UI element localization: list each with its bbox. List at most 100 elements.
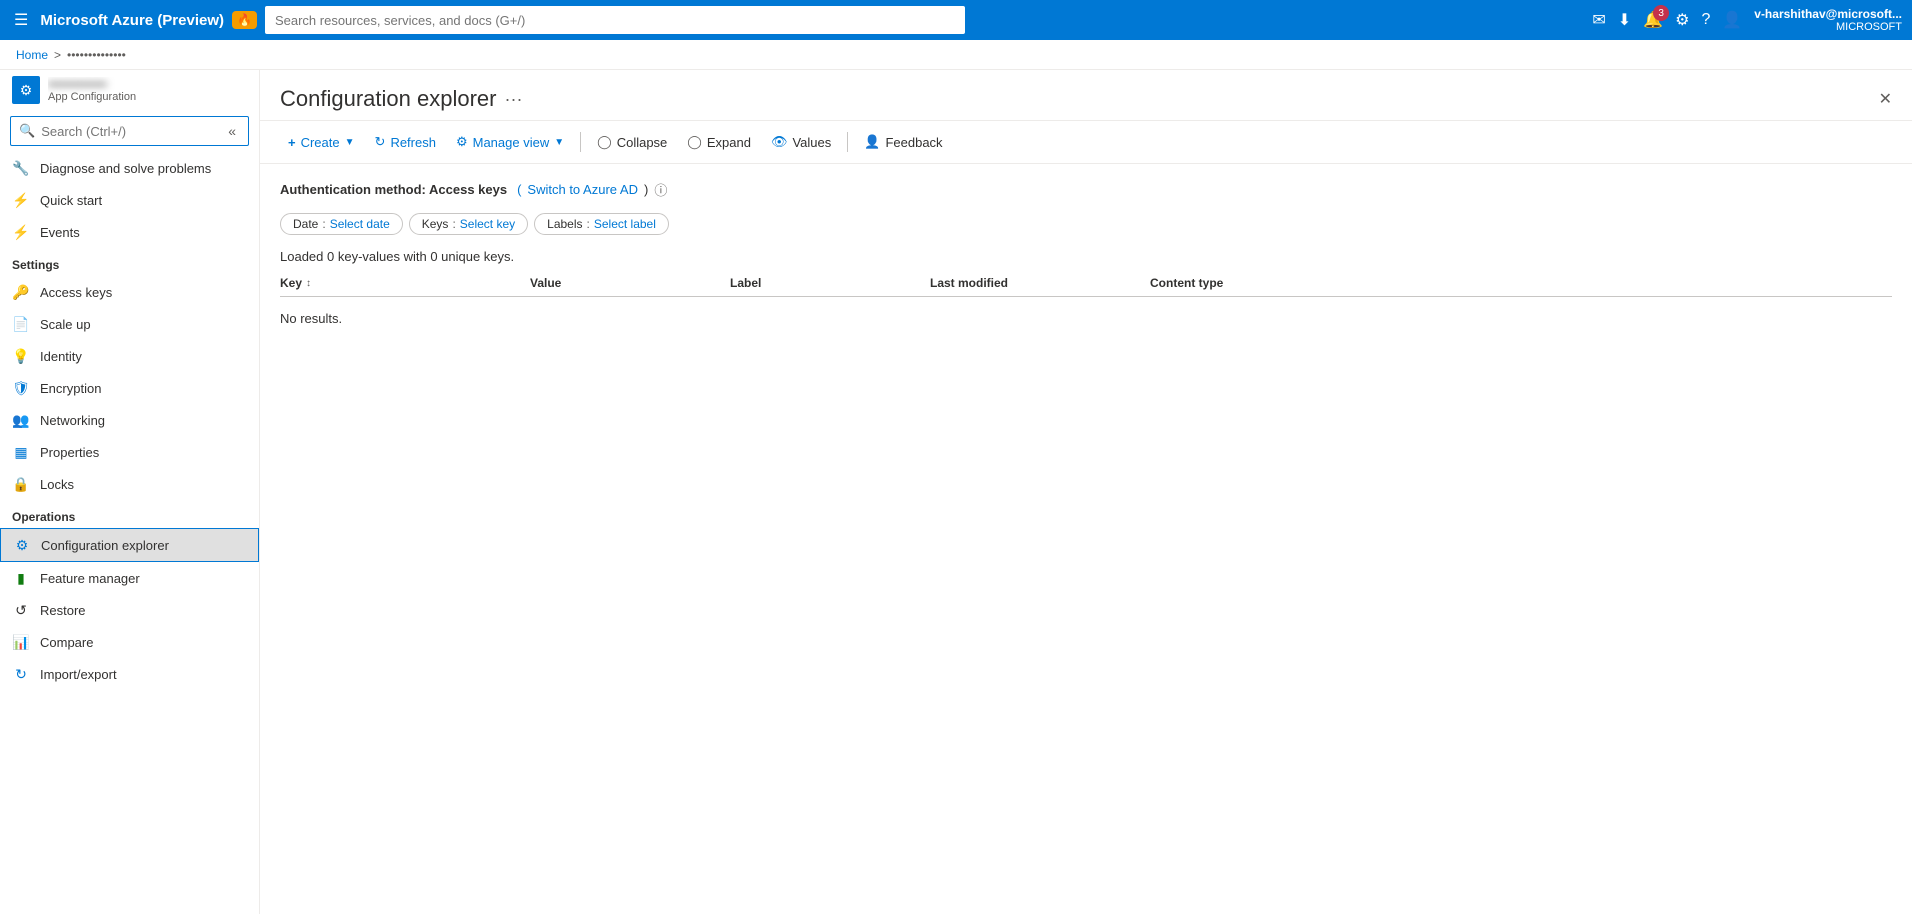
auth-paren: ) <box>644 182 648 197</box>
labels-filter-chip[interactable]: Labels : Select label <box>534 213 669 235</box>
breadcrumb-resource: •••••••••••••• <box>67 48 126 62</box>
sidebar-item-restore[interactable]: ↺ Restore <box>0 594 259 626</box>
notification-icon[interactable]: 🔔 3 <box>1643 10 1663 30</box>
sidebar-item-label: Quick start <box>40 193 102 208</box>
content-more-icon[interactable]: ··· <box>504 89 522 110</box>
column-label: Label <box>730 276 930 290</box>
column-value-label: Value <box>530 276 561 290</box>
auth-link[interactable]: ( <box>517 182 521 197</box>
global-search-input[interactable] <box>265 6 965 34</box>
values-button[interactable]: 👁 Values <box>763 129 839 155</box>
sidebar-search-input[interactable] <box>41 124 218 139</box>
topbar-icons: ✉ ⬇ 🔔 3 ⚙ ? 👤 v-harshithav@microsoft... … <box>1592 7 1902 33</box>
auth-info-icon[interactable]: ⓘ <box>654 180 667 199</box>
date-filter-chip[interactable]: Date : Select date <box>280 213 403 235</box>
feedback-icon[interactable]: 👤 <box>1722 10 1742 30</box>
content-close-button[interactable]: ✕ <box>1879 89 1892 109</box>
auth-text: Authentication method: Access keys <box>280 182 507 197</box>
sidebar-item-identity[interactable]: 💡 Identity <box>0 340 259 372</box>
sidebar-collapse-button[interactable]: « <box>224 121 240 141</box>
sidebar-item-quickstart[interactable]: ⚡ Quick start <box>0 184 259 216</box>
manage-view-button[interactable]: ⚙ Manage view ▼ <box>448 129 572 155</box>
keys-filter-sep: : <box>452 217 455 231</box>
mail-icon[interactable]: ✉ <box>1592 10 1605 30</box>
no-results-text: No results. <box>280 301 1892 336</box>
sidebar-item-label: Import/export <box>40 667 117 682</box>
sidebar-item-label: Restore <box>40 603 86 618</box>
sidebar-item-label: Access keys <box>40 285 112 300</box>
sidebar-item-config-explorer[interactable]: ⚙ Configuration explorer <box>0 528 259 562</box>
search-icon: 🔍 <box>19 123 35 139</box>
sidebar-item-label: Feature manager <box>40 571 140 586</box>
manage-view-icon: ⚙ <box>456 134 468 150</box>
topbar-title: Microsoft Azure (Preview) <box>40 12 224 29</box>
sidebar-item-label: Diagnose and solve problems <box>40 161 211 176</box>
sidebar-item-label: Locks <box>40 477 74 492</box>
create-chevron-icon: ▼ <box>345 137 355 148</box>
expand-label: Expand <box>707 135 751 150</box>
collapse-label: Collapse <box>617 135 668 150</box>
quickstart-icon: ⚡ <box>12 191 30 209</box>
main-content: Authentication method: Access keys ( Swi… <box>260 164 1912 914</box>
content-header: Configuration explorer ··· ✕ <box>260 70 1912 121</box>
resource-name: •••••••••••••• <box>48 77 247 91</box>
sidebar-item-properties[interactable]: ▦ Properties <box>0 436 259 468</box>
expand-button[interactable]: ◯ Expand <box>679 129 759 155</box>
toolbar: + Create ▼ ↻ Refresh ⚙ Manage view ▼ ◯ C… <box>260 121 1912 164</box>
sidebar-item-encryption[interactable]: 🛡 Encryption <box>0 372 259 404</box>
column-content-type-label: Content type <box>1150 276 1223 290</box>
refresh-label: Refresh <box>390 135 436 150</box>
loaded-text: Loaded 0 key-values with 0 unique keys. <box>280 249 1892 264</box>
sidebar-item-import-export[interactable]: ↻ Import/export <box>0 658 259 690</box>
sidebar-item-networking[interactable]: 👥 Networking <box>0 404 259 436</box>
auth-link-text[interactable]: Switch to Azure AD <box>527 182 638 197</box>
refresh-button[interactable]: ↻ Refresh <box>367 129 444 155</box>
resource-type: App Configuration <box>48 91 247 103</box>
plus-icon: + <box>288 135 296 150</box>
eye-icon: 👁 <box>771 134 788 150</box>
auth-bar: Authentication method: Access keys ( Swi… <box>280 180 1892 199</box>
sidebar-item-diagnose[interactable]: 🔧 Diagnose and solve problems <box>0 152 259 184</box>
column-content-type: Content type <box>1150 276 1350 290</box>
column-last-modified: Last modified <box>930 276 1150 290</box>
sidebar-item-compare[interactable]: 📊 Compare <box>0 626 259 658</box>
config-explorer-icon: ⚙ <box>13 536 31 554</box>
sidebar-item-label: Properties <box>40 445 99 460</box>
sidebar-item-locks[interactable]: 🔒 Locks <box>0 468 259 500</box>
feature-manager-icon: ▮ <box>12 569 30 587</box>
user-name: v-harshithav@microsoft... <box>1754 7 1902 21</box>
expand-icon: ◯ <box>687 134 702 150</box>
compare-icon: 📊 <box>12 633 30 651</box>
sidebar-item-label: Compare <box>40 635 93 650</box>
cloud-download-icon[interactable]: ⬇ <box>1618 10 1631 30</box>
keys-filter-chip[interactable]: Keys : Select key <box>409 213 528 235</box>
filter-bar: Date : Select date Keys : Select key Lab… <box>280 213 1892 235</box>
breadcrumb-home[interactable]: Home <box>16 48 48 62</box>
labels-filter-sep: : <box>587 217 590 231</box>
settings-icon[interactable]: ⚙ <box>1675 10 1689 30</box>
sidebar-item-events[interactable]: ⚡ Events <box>0 216 259 248</box>
manage-view-chevron-icon: ▼ <box>554 137 564 148</box>
sidebar-item-label: Networking <box>40 413 105 428</box>
sidebar-item-feature-manager[interactable]: ▮ Feature manager <box>0 562 259 594</box>
sidebar-item-access-keys[interactable]: 🔑 Access keys <box>0 276 259 308</box>
sidebar-item-scale-up[interactable]: 📄 Scale up <box>0 308 259 340</box>
content-title: Configuration explorer <box>280 86 496 112</box>
collapse-icon: ◯ <box>597 134 612 150</box>
topbar-user[interactable]: v-harshithav@microsoft... MICROSOFT <box>1754 7 1902 33</box>
date-filter-sep: : <box>322 217 325 231</box>
column-key-label: Key <box>280 276 302 290</box>
menu-icon[interactable]: ☰ <box>10 6 32 34</box>
topbar: ☰ Microsoft Azure (Preview) 🔥 ✉ ⬇ 🔔 3 ⚙ … <box>0 0 1912 40</box>
sidebar-search-box: 🔍 « <box>10 116 249 146</box>
create-label: Create <box>301 135 340 150</box>
column-key[interactable]: Key ↕ <box>280 276 530 290</box>
create-button[interactable]: + Create ▼ <box>280 130 363 155</box>
collapse-button[interactable]: ◯ Collapse <box>589 129 675 155</box>
feedback-button[interactable]: 👤 Feedback <box>856 129 950 155</box>
column-label-label: Label <box>730 276 761 290</box>
operations-section-label: Operations <box>0 500 259 528</box>
date-filter-label: Date <box>293 217 318 231</box>
breadcrumb: Home > •••••••••••••• <box>0 40 1912 70</box>
help-icon[interactable]: ? <box>1701 11 1710 29</box>
